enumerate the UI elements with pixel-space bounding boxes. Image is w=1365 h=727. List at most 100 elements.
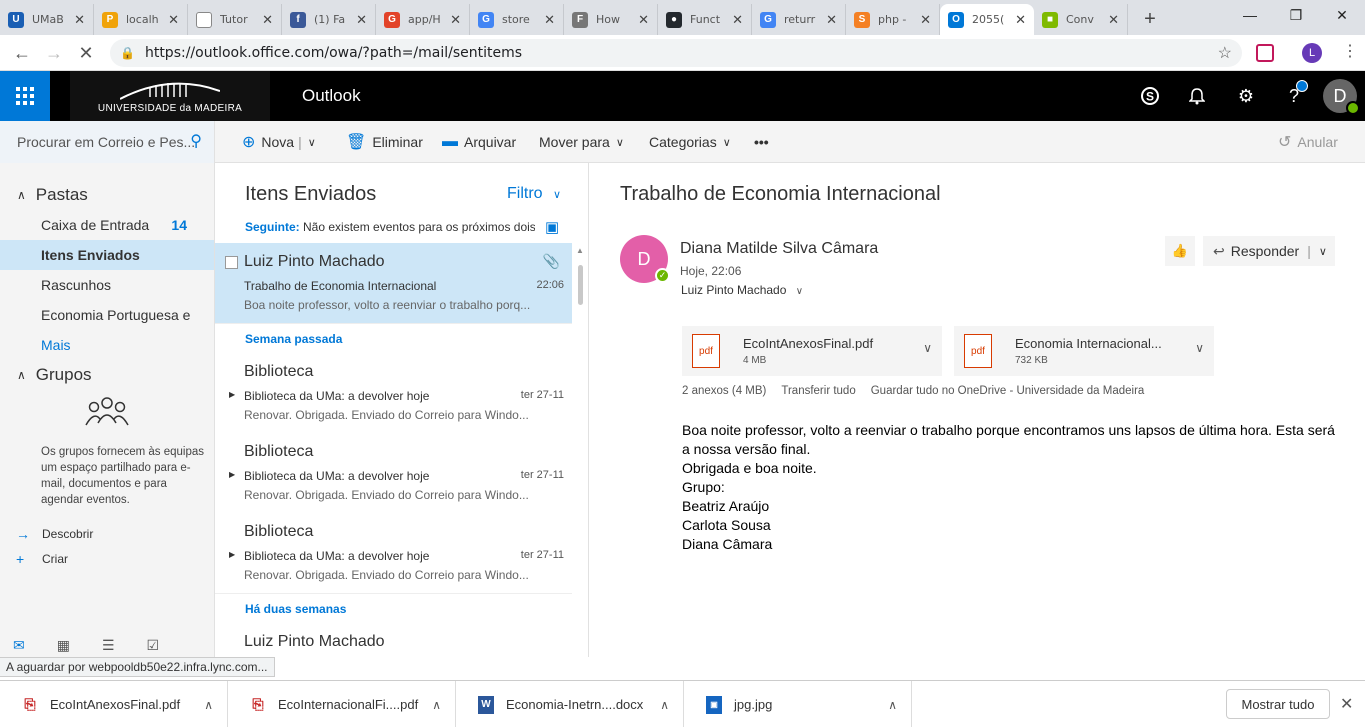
close-tab-icon[interactable]: ✕ [544, 12, 555, 28]
university-logo[interactable]: UNIVERSIDADE da MADEIRA [70, 71, 270, 121]
chevron-up-icon[interactable]: ∧ [432, 698, 441, 712]
download-item[interactable]: ⎘ EcoIntAnexosFinal.pdf ∧ [0, 681, 228, 727]
gear-icon[interactable]: ⚙ [1233, 83, 1259, 109]
close-tab-icon[interactable]: ✕ [1015, 12, 1026, 28]
categories-button[interactable]: Categorias ∨ [649, 121, 731, 163]
download-item[interactable]: W Economia-Inetrn....docx ∧ [456, 681, 684, 727]
browser-menu-icon[interactable]: ⋮ [1342, 41, 1358, 61]
profile-avatar[interactable]: L [1302, 43, 1322, 63]
chevron-down-icon[interactable]: ∨ [308, 136, 316, 149]
scroll-up-icon[interactable]: ▲ [576, 246, 584, 255]
archive-button[interactable]: ▬ Arquivar [442, 121, 516, 163]
group-header-two-weeks[interactable]: Há duas semanas [215, 593, 572, 623]
sender-name[interactable]: Diana Matilde Silva Câmara [680, 240, 878, 258]
folder-inbox[interactable]: Caixa de Entrada 14 [0, 210, 214, 240]
group-header-last-week[interactable]: Semana passada [215, 323, 572, 353]
browser-tab[interactable]: U UMaB ✕ [0, 4, 94, 35]
new-button[interactable]: ⊕ Nova | ∨ [242, 121, 316, 163]
skype-icon[interactable]: S [1137, 83, 1163, 109]
browser-tab[interactable]: Sphp - ✕ [846, 4, 940, 35]
recipient[interactable]: Luiz Pinto Machado ∨ [681, 283, 803, 297]
close-tab-icon[interactable]: ✕ [920, 12, 931, 28]
new-tab-button[interactable]: + [1136, 4, 1164, 35]
expand-triangle-icon[interactable]: ▶ [229, 470, 235, 479]
close-tab-icon[interactable]: ✕ [74, 12, 85, 28]
filter-button[interactable]: Filtro ∨ [507, 185, 561, 203]
maximize-button[interactable]: ❐ [1273, 0, 1319, 30]
save-to-onedrive-link[interactable]: Guardar tudo no OneDrive - Universidade … [871, 385, 1145, 397]
url-input[interactable]: 🔒 https://outlook.office.com/owa/?path=/… [110, 39, 1242, 67]
browser-tab[interactable]: Greturr ✕ [752, 4, 846, 35]
close-tab-icon[interactable]: ✕ [262, 12, 273, 28]
show-all-downloads-button[interactable]: Mostrar tudo [1226, 689, 1330, 719]
groups-header[interactable]: ∧ Grupos [17, 365, 92, 385]
close-tab-icon[interactable]: ✕ [168, 12, 179, 28]
back-icon[interactable]: ← [10, 41, 34, 65]
message-item[interactable]: Biblioteca ▶ Biblioteca da UMa: a devolv… [215, 433, 572, 513]
user-avatar[interactable]: D [1323, 79, 1360, 115]
message-item[interactable]: Biblioteca ▶ Biblioteca da UMa: a devolv… [215, 353, 572, 433]
message-item[interactable]: Biblioteca ▶ Biblioteca da UMa: a devolv… [215, 513, 572, 593]
attachment-card[interactable]: pdf Economia Internacional... 732 KB ∨ [954, 326, 1214, 376]
more-actions-button[interactable]: ••• [754, 121, 769, 163]
next-event[interactable]: Seguinte: Não existem eventos para os pr… [245, 220, 535, 234]
browser-tab[interactable]: f (1) Fa ✕ [282, 4, 376, 35]
close-tab-icon[interactable]: ✕ [638, 12, 649, 28]
chevron-up-icon[interactable]: ∧ [660, 698, 669, 712]
create-group-link[interactable]: + Criar [16, 551, 68, 567]
browser-tab[interactable]: Tutor ✕ [188, 4, 282, 35]
browser-tab[interactable]: Plocalh ✕ [94, 4, 188, 35]
like-icon[interactable]: 👍 [1165, 236, 1195, 266]
minimize-button[interactable]: — [1227, 0, 1273, 30]
message-item[interactable]: Luiz Pinto Machado rismo 22-11-2018 [215, 623, 572, 657]
people-icon[interactable]: ☰ [102, 637, 115, 657]
attachment-card[interactable]: pdf EcoIntAnexosFinal.pdf 4 MB ∨ [682, 326, 942, 376]
delete-button[interactable]: 🗑 Eliminar [346, 121, 423, 163]
download-all-link[interactable]: Transferir tudo [781, 385, 855, 397]
chevron-down-icon[interactable]: ∨ [1195, 341, 1204, 355]
close-tab-icon[interactable]: ✕ [356, 12, 367, 28]
folder-economia-portuguesa[interactable]: Economia Portuguesa e [0, 300, 214, 330]
sender-avatar[interactable]: D ✓ [620, 235, 670, 283]
browser-tab[interactable]: Gapp/H ✕ [376, 4, 470, 35]
chevron-down-icon[interactable]: ∨ [923, 341, 932, 355]
close-tab-icon[interactable]: ✕ [826, 12, 837, 28]
browser-tab[interactable]: Gstore ✕ [470, 4, 564, 35]
close-icon[interactable]: ✕ [1340, 694, 1353, 714]
app-launcher-icon[interactable] [0, 71, 50, 121]
chevron-up-icon[interactable]: ∧ [204, 698, 213, 712]
search-icon[interactable]: ⚲ [190, 131, 202, 151]
chevron-down-icon[interactable]: ∨ [1319, 245, 1327, 258]
browser-tab[interactable]: F How ✕ [564, 4, 658, 35]
app-name[interactable]: Outlook [302, 86, 361, 106]
mail-icon[interactable]: ✉ [13, 637, 25, 657]
browser-tab[interactable]: ● Funct ✕ [658, 4, 752, 35]
undo-button[interactable]: ↺ Anular [1278, 121, 1338, 163]
browser-tab[interactable]: ■ Conv ✕ [1034, 4, 1128, 35]
calendar-icon[interactable]: ▦ [57, 637, 70, 657]
list-scrollbar[interactable] [578, 265, 583, 305]
expand-triangle-icon[interactable]: ▶ [229, 550, 235, 559]
expand-triangle-icon[interactable]: ▶ [229, 390, 235, 399]
extension-icon[interactable] [1256, 44, 1274, 62]
close-tab-icon[interactable]: ✕ [1108, 12, 1119, 28]
bell-icon[interactable] [1184, 83, 1210, 109]
forward-icon[interactable]: → [42, 41, 66, 65]
close-tab-icon[interactable]: ✕ [450, 12, 461, 28]
folder-more-link[interactable]: Mais [0, 330, 214, 360]
stop-loading-icon[interactable]: ✕ [74, 41, 98, 65]
message-item[interactable]: Luiz Pinto Machado 📎 Trabalho de Economi… [215, 243, 572, 323]
folders-header[interactable]: ∧ Pastas [17, 185, 88, 205]
bookmark-star-icon[interactable]: ☆ [1218, 43, 1232, 63]
close-window-button[interactable]: ✕ [1319, 0, 1365, 30]
calendar-icon[interactable]: ▣ [545, 218, 559, 236]
tasks-icon[interactable]: ☑ [147, 637, 160, 657]
folder-drafts[interactable]: Rascunhos [0, 270, 214, 300]
download-item[interactable]: ⎘ EcoInternacionalFi....pdf ∧ [228, 681, 456, 727]
select-checkbox[interactable] [225, 256, 238, 269]
search-input[interactable]: Procurar em Correio e Pes... ⚲ [0, 121, 215, 163]
move-to-button[interactable]: Mover para ∨ [539, 121, 624, 163]
discover-groups-link[interactable]: → Descobrir [16, 526, 93, 542]
chevron-down-icon[interactable]: ∨ [796, 286, 803, 297]
folder-sent-items[interactable]: Itens Enviados [0, 240, 214, 270]
